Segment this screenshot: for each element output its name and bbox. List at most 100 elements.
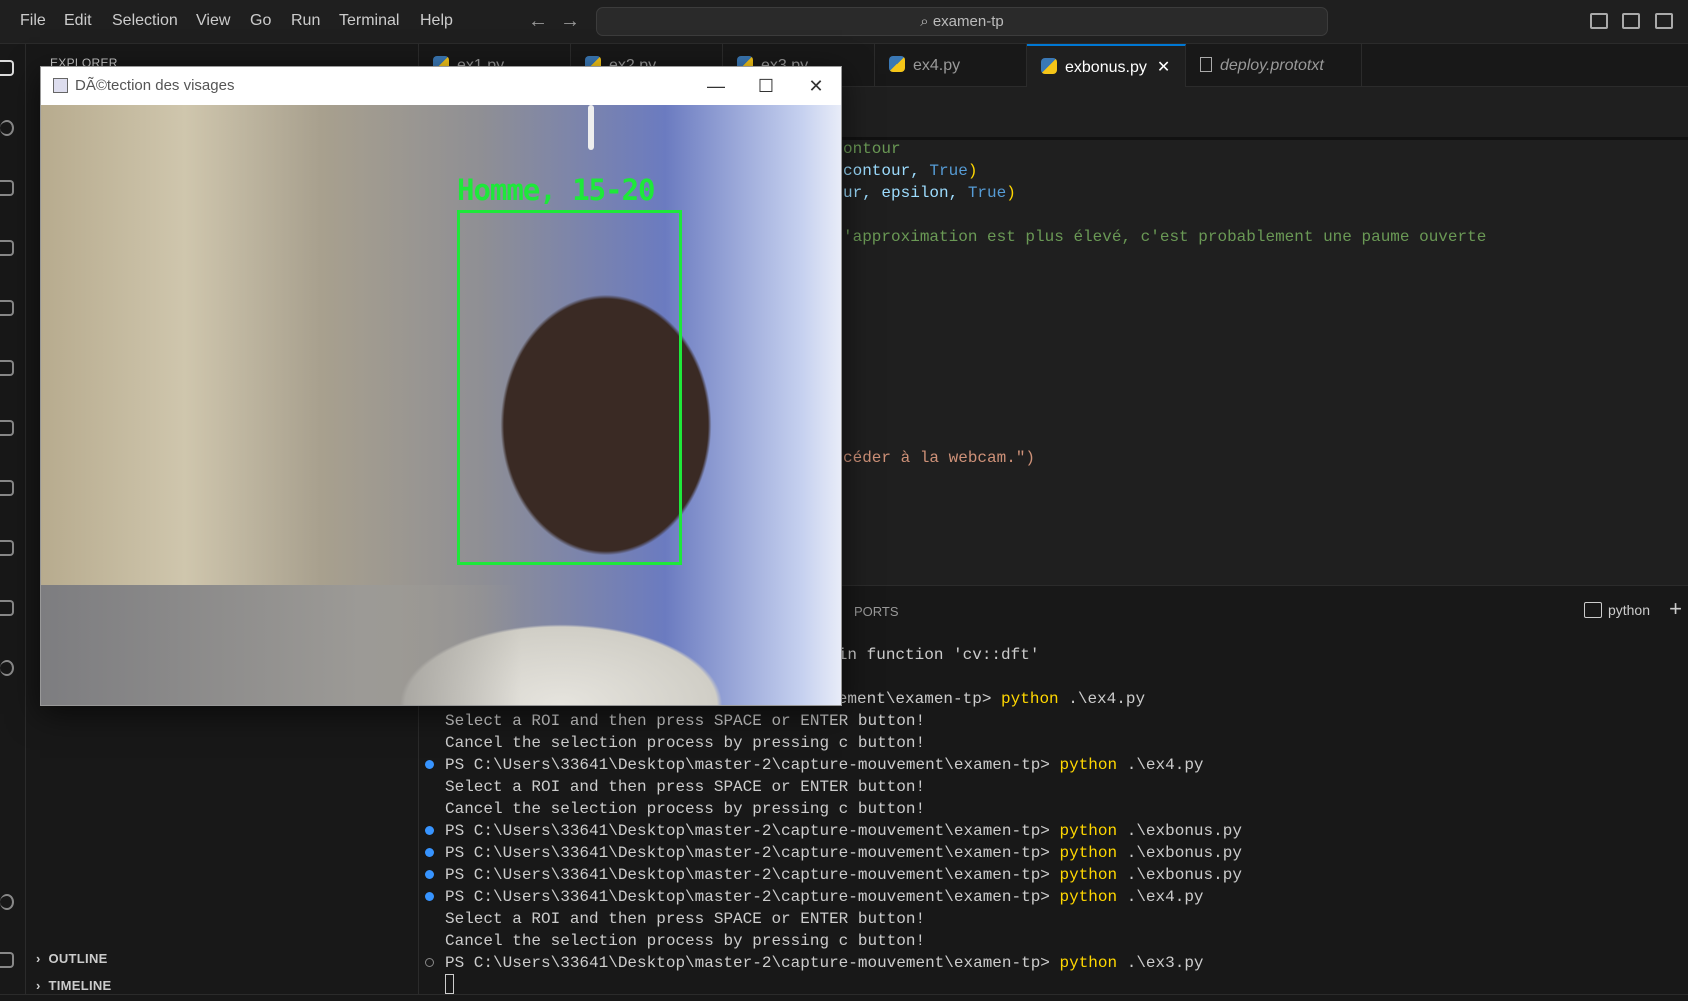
explorer-icon[interactable] <box>0 60 14 76</box>
face-detection-box <box>457 210 682 565</box>
terminal-line: C2 in function 'cv::dft' <box>809 644 1242 666</box>
terminal-line: Select a ROI and then press SPACE or ENT… <box>445 776 1242 798</box>
terminal-text: PS C:\Users\33641\Desktop\master-2\captu… <box>445 822 1060 840</box>
terminal-text: PS C:\Users\33641\Desktop\master-2\captu… <box>445 844 1060 862</box>
toggle-sidebar-icon[interactable] <box>1590 13 1608 29</box>
terminal-line: Select a ROI and then press SPACE or ENT… <box>445 908 1242 930</box>
code-token: ) <box>967 162 978 180</box>
code-line: contour, True) <box>843 162 977 180</box>
terminal-text: PS C:\Users\33641\Desktop\master-2\captu… <box>445 756 1060 774</box>
webcam-frame: Homme, 15-20 <box>41 105 841 705</box>
code-token: True <box>967 184 1007 202</box>
activity-bar <box>0 44 26 994</box>
window-titlebar[interactable]: DÃ©tection des visages — ☐ ✕ <box>41 67 841 105</box>
terminal-text: .\ex3.py <box>1117 954 1204 972</box>
terminal-text: Select a ROI and then press SPACE or ENT… <box>445 712 926 730</box>
command-center-search[interactable]: ⌕ examen-tp <box>596 7 1328 36</box>
code-line: ur, epsilon, True) <box>843 184 1016 202</box>
terminal-line: PS C:\Users\33641\Desktop\master-2\captu… <box>425 754 1242 776</box>
terminal-text: python <box>1059 866 1118 884</box>
terminal-text: python <box>1059 756 1118 774</box>
command-status-icon[interactable] <box>425 958 434 967</box>
terminal-line: PS C:\Users\33641\Desktop\master-2\captu… <box>425 864 1242 886</box>
terminal-line: Select a ROI and then press SPACE or ENT… <box>445 710 1242 732</box>
file-icon <box>1200 57 1212 72</box>
minimize-icon[interactable]: — <box>691 67 741 105</box>
outline-section[interactable]: › OUTLINE <box>36 951 108 966</box>
face-label: Homme, 15-20 <box>457 173 656 207</box>
app-icon <box>53 78 68 93</box>
code-token: ) <box>1006 184 1016 202</box>
terminal-line: PS C:\Users\33641\Desktop\master-2\captu… <box>425 952 1242 974</box>
terminal-line <box>445 974 1242 996</box>
tab-ports[interactable]: PORTS <box>854 604 899 619</box>
status-bar <box>0 994 1688 1001</box>
command-status-icon[interactable] <box>425 848 434 857</box>
terminal-text: .\ex4.py <box>1117 756 1204 774</box>
testing-icon[interactable] <box>0 420 14 436</box>
frame-background <box>588 105 594 150</box>
window-title: DÃ©tection des visages <box>75 77 235 94</box>
remote-explorer-icon[interactable] <box>0 360 14 376</box>
terminal-text: Cancel the selection process by pressing… <box>445 734 926 752</box>
terminal-line: Cancel the selection process by pressing… <box>445 930 1242 952</box>
back-arrow-icon[interactable]: ← <box>528 10 548 33</box>
python-activity-icon[interactable] <box>0 540 14 556</box>
terminal-line: PS C:\Users\33641\Desktop\master-2\captu… <box>425 886 1242 908</box>
close-icon[interactable]: ✕ <box>791 67 841 105</box>
maximize-icon[interactable]: ☐ <box>741 67 791 105</box>
terminal-selector[interactable]: python <box>1583 602 1650 618</box>
terminal-text: .\exbonus.py <box>1117 866 1242 884</box>
menu-selection[interactable]: Selection <box>112 12 178 30</box>
tab-label: ex4.py <box>913 57 961 74</box>
tab-ex4[interactable]: ex4.py <box>875 44 1027 87</box>
tab-label: deploy.prototxt <box>1220 57 1324 74</box>
terminal-text: Select a ROI and then press SPACE or ENT… <box>445 778 926 796</box>
search-activity-icon[interactable] <box>0 120 14 136</box>
menu-help[interactable]: Help <box>420 12 453 30</box>
menu-file[interactable]: File <box>20 12 46 30</box>
menu-terminal[interactable]: Terminal <box>339 12 399 30</box>
terminal-line: ouvement\examen-tp> python .\ex4.py <box>809 688 1242 710</box>
timeline-section[interactable]: › TIMELINE <box>36 978 112 993</box>
account-icon[interactable] <box>0 894 14 910</box>
copilot-icon[interactable] <box>0 660 14 676</box>
menu-go[interactable]: Go <box>250 12 271 30</box>
terminal-text: python <box>1059 844 1118 862</box>
command-status-icon[interactable] <box>425 826 434 835</box>
outline-label: OUTLINE <box>48 951 108 966</box>
new-terminal-plus-icon[interactable]: + <box>1669 596 1682 622</box>
terminal-line: Cancel the selection process by pressing… <box>445 798 1242 820</box>
tools-icon[interactable] <box>0 600 14 616</box>
command-status-icon[interactable] <box>425 870 434 879</box>
frame-background <box>41 585 841 705</box>
terminal-icon <box>1583 602 1602 618</box>
command-status-icon[interactable] <box>425 892 434 901</box>
terminal-text: .\exbonus.py <box>1117 844 1242 862</box>
forward-arrow-icon[interactable]: → <box>560 10 580 33</box>
terminal-activity-icon[interactable] <box>0 480 14 496</box>
opencv-window[interactable]: DÃ©tection des visages — ☐ ✕ Homme, 15-2… <box>40 66 842 706</box>
terminal-text: .\ex4.py <box>1058 690 1146 708</box>
settings-gear-icon[interactable] <box>0 952 14 968</box>
code-line: ontour <box>843 140 901 158</box>
code-comment: 'approximation est plus élevé, c'est pro… <box>843 228 1487 246</box>
tab-deploy-prototxt[interactable]: deploy.prototxt <box>1186 44 1362 87</box>
terminal-text: python <box>1059 888 1118 906</box>
menu-edit[interactable]: Edit <box>64 12 92 30</box>
menu-bar: File Edit Selection View Go Run Terminal… <box>0 0 1688 44</box>
extensions-icon[interactable] <box>0 300 14 316</box>
menu-run[interactable]: Run <box>291 12 320 30</box>
close-tab-icon[interactable]: ✕ <box>1157 59 1170 76</box>
toggle-panel-icon[interactable] <box>1622 13 1640 29</box>
menu-view[interactable]: View <box>196 12 230 30</box>
toggle-secondary-sidebar-icon[interactable] <box>1655 13 1673 29</box>
chevron-right-icon: › <box>36 978 49 993</box>
python-file-icon <box>1041 58 1057 74</box>
run-debug-icon[interactable] <box>0 240 14 256</box>
code-token: contour, <box>843 162 930 180</box>
command-status-icon[interactable] <box>425 760 434 769</box>
source-control-icon[interactable] <box>0 180 14 196</box>
tab-exbonus[interactable]: exbonus.py ✕ <box>1027 44 1186 87</box>
